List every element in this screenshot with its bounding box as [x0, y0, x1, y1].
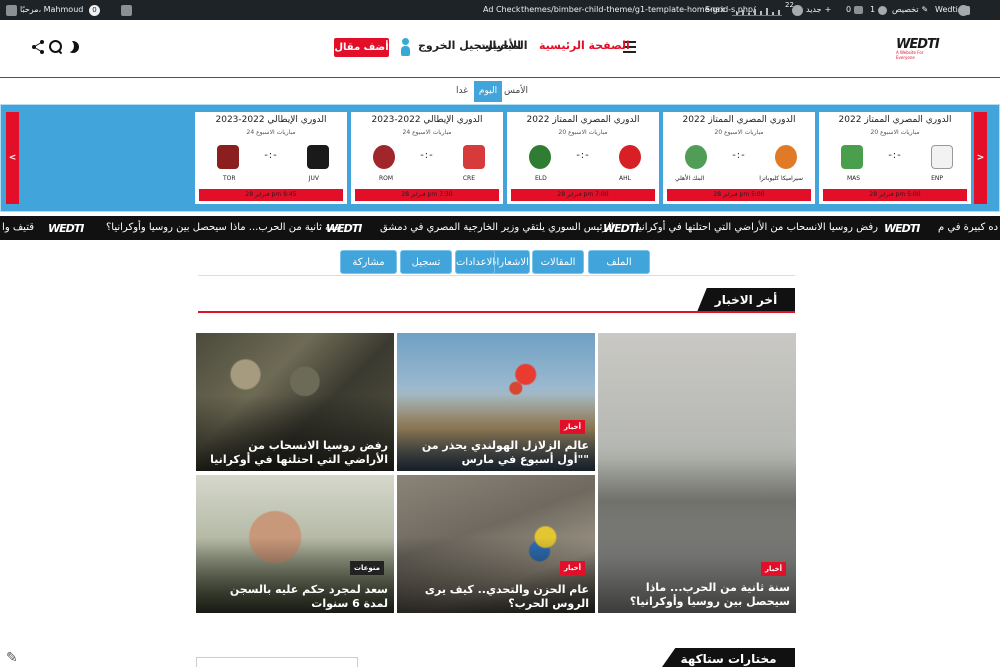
earnings-share-link[interactable]: مشاركة الارباح: [340, 250, 397, 292]
category-badge[interactable]: أخبار: [761, 562, 786, 576]
match-card[interactable]: الدوري المصري الممتاز 2022 مباريات الاسب…: [663, 112, 815, 204]
header-divider: [0, 77, 1000, 78]
news-card[interactable]: رفض روسيا الانسحاب من الأراضي التي احتلت…: [196, 333, 394, 471]
comment-icon: [854, 6, 864, 14]
snax-stats[interactable]: 22: [732, 0, 794, 20]
refresh-icon: [878, 5, 888, 15]
avatar: [6, 4, 17, 16]
tab-tomorrow[interactable]: غدا: [450, 81, 474, 102]
latest-news-heading: أخر الاخبار: [697, 288, 795, 312]
screen-icon[interactable]: [121, 0, 132, 20]
match-card[interactable]: الدوري المصري الممتاز 2022 مباريات الاسب…: [507, 112, 659, 204]
section-divider: [198, 311, 795, 313]
plus-icon: +: [824, 5, 832, 14]
ticker-item[interactable]: ده كبيرة في م: [938, 216, 998, 240]
news-ticker: ده كبيرة في م WEDTI رفض روسيا الانسحاب م…: [0, 216, 1000, 240]
settings-link[interactable]: الاعدادات: [455, 250, 495, 274]
brush-icon: ✎: [921, 5, 929, 14]
news-title[interactable]: سعد لمجرد حكم عليه بالسجن لمدة 6 سنوات: [202, 583, 388, 611]
site-logo[interactable]: WEDTI A Website For Everyone: [896, 37, 940, 60]
profile-link[interactable]: الملف الشخصي: [588, 250, 650, 292]
tab-yesterday[interactable]: الأمس: [502, 81, 530, 102]
stats-chart-icon: [732, 4, 782, 16]
misc-icon[interactable]: [792, 0, 803, 20]
match-card[interactable]: الدوري الإيطالي 2022-2023 مباريات الاسبو…: [195, 112, 347, 204]
share-icon[interactable]: [32, 40, 46, 54]
user-greeting[interactable]: مرحبًا، Mahmoud: [6, 0, 83, 20]
new-content-menu[interactable]: جديد +: [806, 0, 831, 20]
ticker-logo: WEDTI: [884, 222, 920, 235]
news-card[interactable]: منوعات سعد لمجرد حكم عليه بالسجن لمدة 6 …: [196, 475, 394, 613]
user-count[interactable]: 0: [89, 0, 100, 20]
admin-bar: مرحبًا، Mahmoud 0 Ad Check themes/bimber…: [0, 0, 1000, 20]
news-card-featured[interactable]: أخبار سنة ثانية من الحرب... ماذا سيحصل ب…: [598, 333, 796, 613]
wordpress-menu[interactable]: [958, 0, 969, 20]
next-arrow-icon[interactable]: >: [974, 112, 987, 204]
count-badge: 0: [89, 4, 100, 16]
ticker-item[interactable]: قتيف وا: [0, 216, 34, 240]
featured-heading: مختارات ستاكهة: [662, 648, 795, 667]
wordpress-logo-icon: [958, 4, 969, 16]
match-card[interactable]: الدوري المصري الممتاز 2022 مباريات الاسب…: [819, 112, 971, 204]
logout-link[interactable]: تسجيل خروج: [400, 250, 452, 292]
news-card[interactable]: أخبار عالم الزلازل الهولندي يحذر من "أول…: [397, 333, 595, 471]
search-icon[interactable]: [49, 40, 63, 54]
category-badge[interactable]: أخبار: [560, 420, 585, 434]
tab-today[interactable]: اليوم: [474, 81, 502, 102]
matches-carousel: > < الدوري المصري الممتاز 2022 مباريات ا…: [0, 104, 1000, 212]
ticker-item[interactable]: الرئيس السوري يلتقي وزير الخارجية المصري…: [380, 216, 614, 240]
user-icon[interactable]: [401, 38, 410, 57]
edit-pencil-icon[interactable]: ✎: [6, 650, 18, 666]
dark-mode-moon-icon[interactable]: [64, 40, 80, 54]
sidebar-widget: [196, 657, 358, 667]
news-title[interactable]: رفض روسيا الانسحاب من الأراضي التي احتلت…: [202, 439, 388, 467]
customize-link[interactable]: تخصيص ✎: [892, 0, 928, 20]
ad-check-link[interactable]: Ad Check: [483, 0, 521, 20]
news-title[interactable]: عام الحزن والتحدي.. كيف يرى الروس الحرب؟: [403, 583, 589, 611]
category-badge[interactable]: منوعات: [349, 561, 384, 575]
nav-home[interactable]: الصفحة الرئيسية: [539, 39, 630, 52]
nav-logout[interactable]: تسجيل الخروج: [418, 39, 497, 52]
category-badge[interactable]: أخبار: [560, 561, 585, 575]
comments-menu[interactable]: 0: [846, 0, 864, 20]
news-title[interactable]: سنة ثانية من الحرب... ماذا سيحصل بين روس…: [604, 581, 790, 609]
divider: [198, 275, 795, 276]
lock-icon: [792, 4, 803, 16]
snax-link[interactable]: Snax: [705, 0, 725, 20]
ticker-item[interactable]: سنة ثانية من الحرب... ماذا سيحصل بين روس…: [106, 216, 342, 240]
ticker-logo: WEDTI: [48, 222, 84, 235]
articles-link[interactable]: المقالات: [532, 250, 584, 274]
news-title[interactable]: عالم الزلازل الهولندي يحذر من "أول أسبوع…: [403, 439, 589, 467]
prev-arrow-icon[interactable]: <: [6, 112, 19, 204]
updates-menu[interactable]: 1: [870, 0, 888, 20]
news-card[interactable]: أخبار عام الحزن والتحدي.. كيف يرى الروس …: [397, 475, 595, 613]
match-card[interactable]: الدوري الإيطالي 2022-2023 مباريات الاسبو…: [351, 112, 503, 204]
site-header: WEDTI A Website For Everyone الصفحة الرئ…: [0, 20, 1000, 77]
add-post-button[interactable]: أضف مقال: [334, 38, 389, 57]
